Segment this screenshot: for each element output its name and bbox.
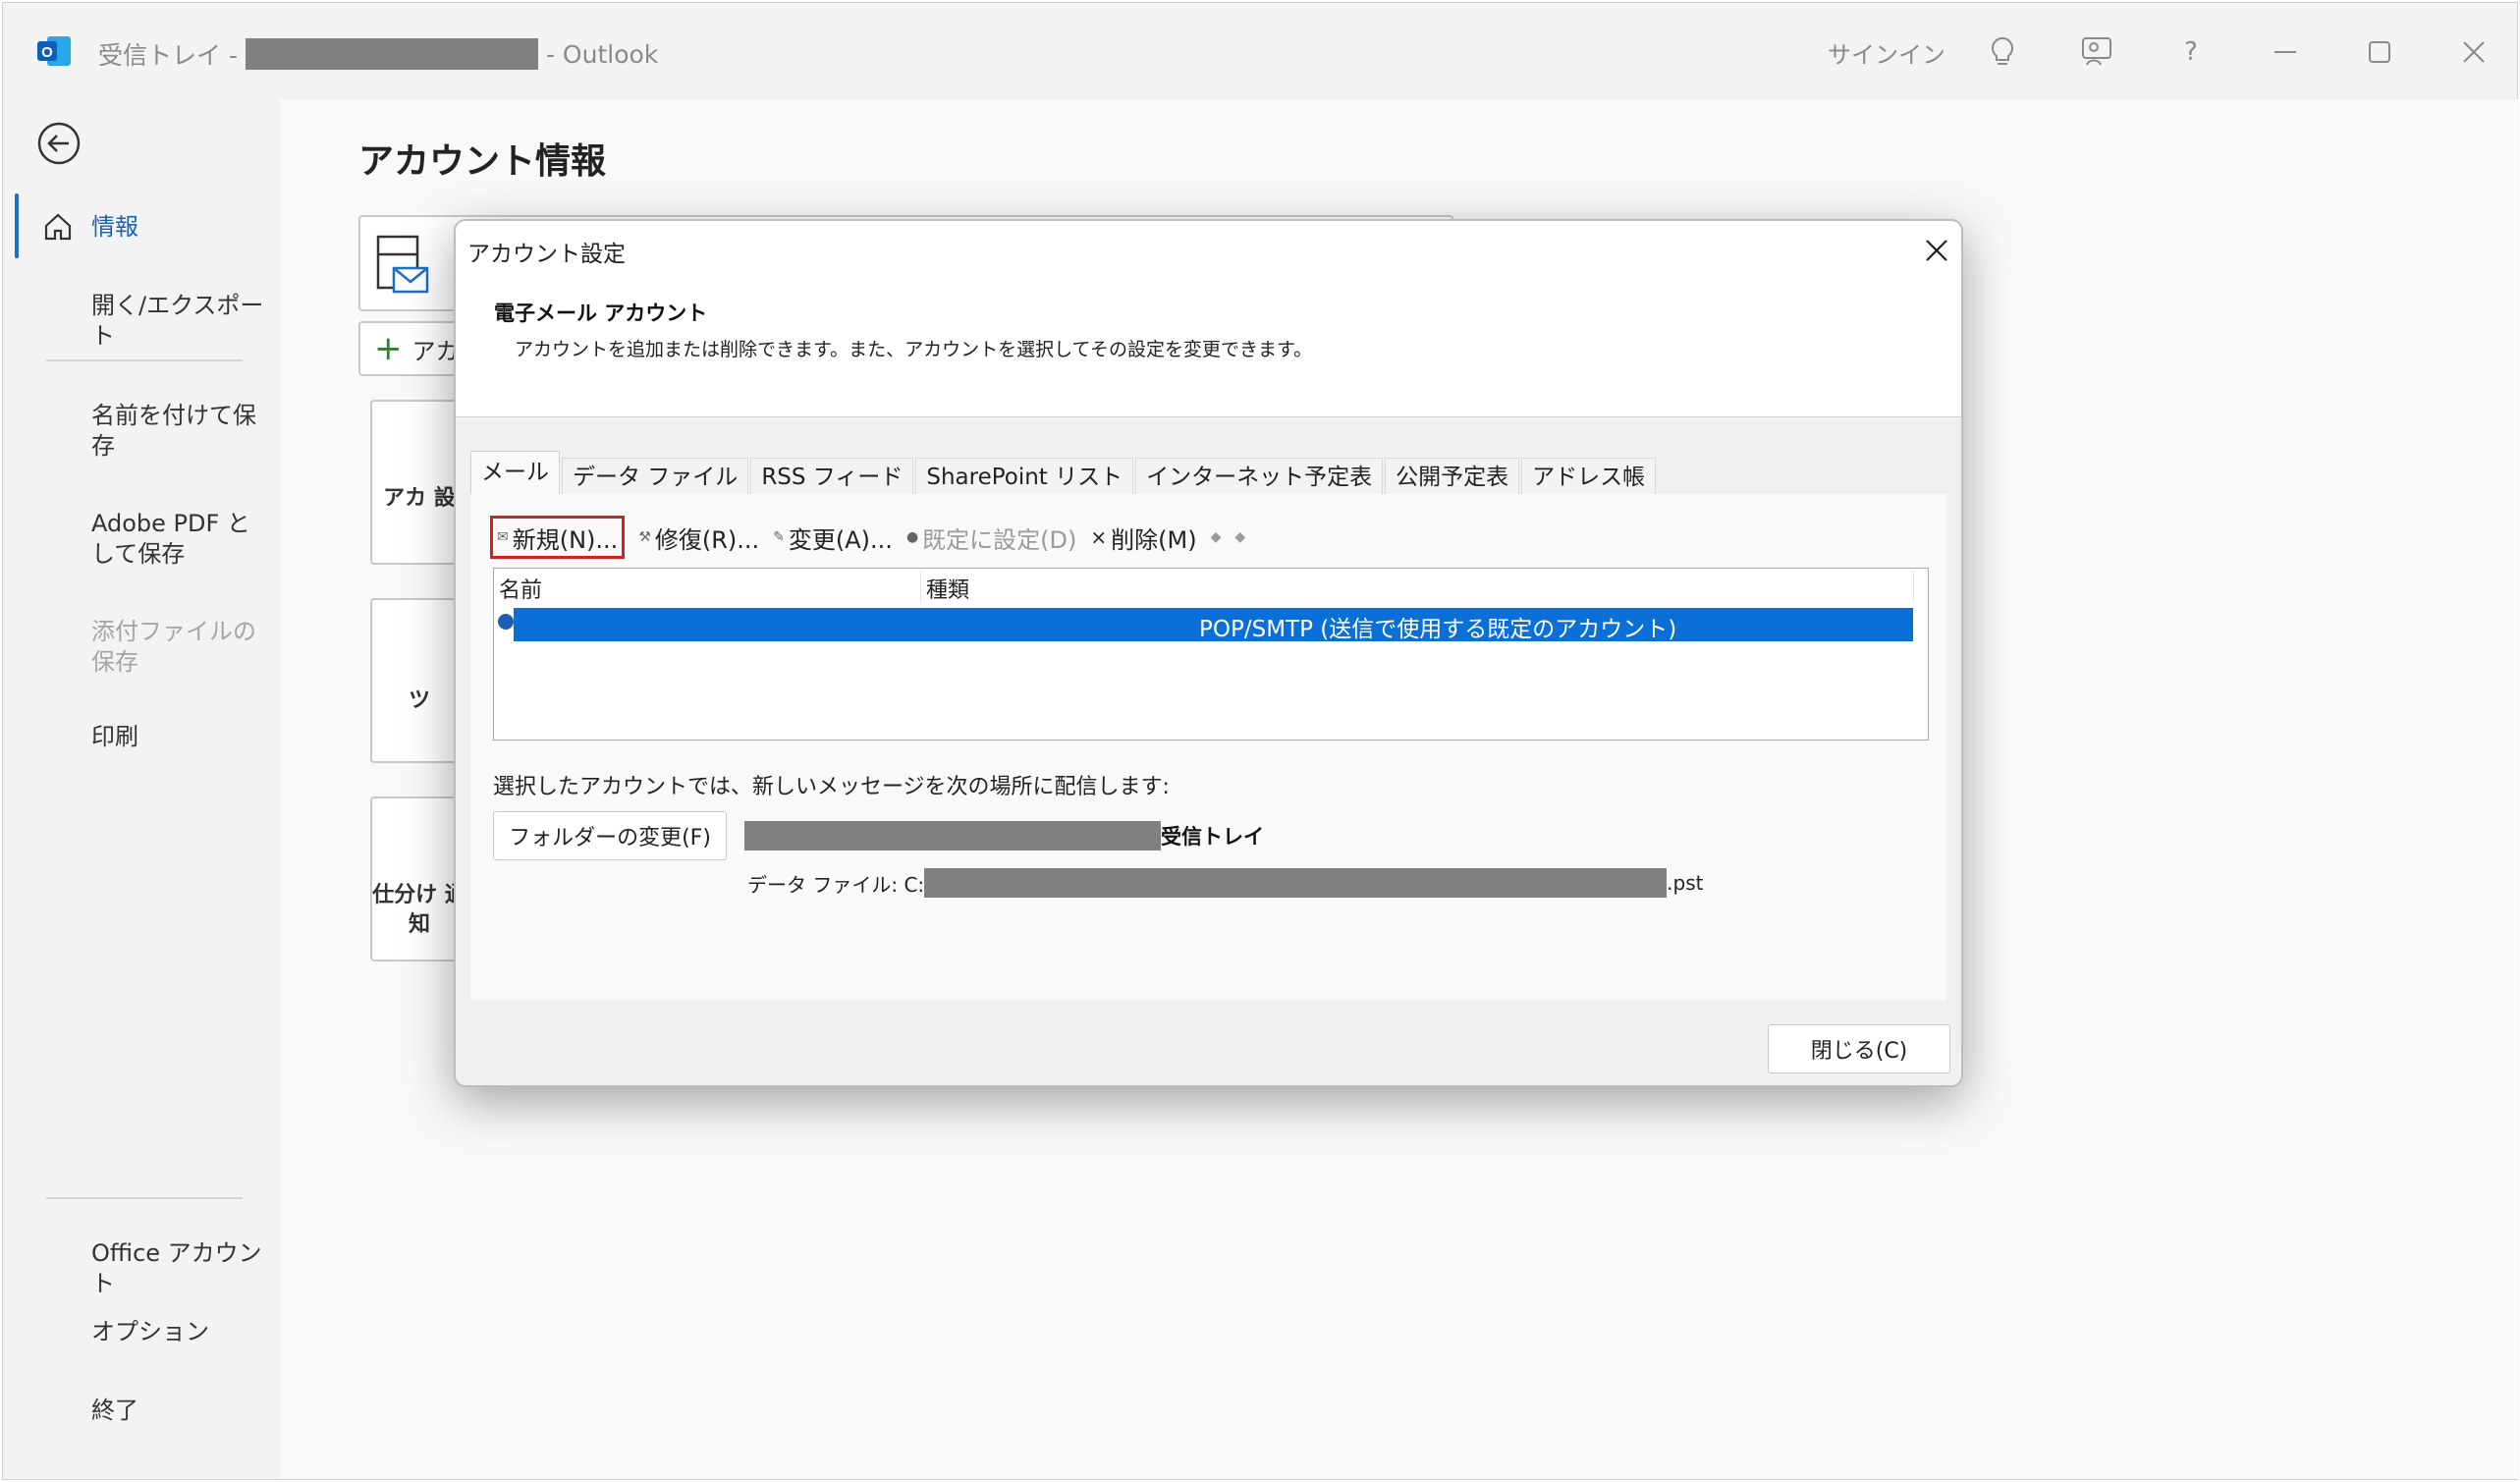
nav-office-account[interactable]: Office アカウント (91, 1238, 268, 1299)
check-circle-icon: ● (905, 529, 919, 545)
page-title: アカウント情報 (358, 141, 607, 182)
dialog-close-icon[interactable] (1917, 231, 1956, 270)
redacted-account (245, 38, 538, 70)
add-account-label: アカ (411, 337, 460, 365)
new-account-label: 新規(N)... (512, 525, 619, 554)
maximize-icon[interactable] (2354, 27, 2405, 78)
title-suffix: - Outlook (545, 39, 659, 69)
account-type: POP/SMTP (送信で使用する既定のアカウント) (1199, 617, 1677, 642)
column-divider (1913, 571, 1914, 602)
inbox-label: 受信トレイ (1161, 825, 1264, 849)
nav-save-as[interactable]: 名前を付けて保存 (91, 401, 268, 462)
data-file-prefix: データ ファイル: C: (747, 872, 925, 897)
change-folder-button[interactable]: フォルダーの変更(F) (493, 811, 727, 860)
nav-exit[interactable]: 終了 (91, 1396, 268, 1426)
delete-button[interactable]: × 削除(M) (1090, 521, 1196, 555)
window-close-icon[interactable] (2448, 27, 2499, 78)
column-header-name[interactable]: 名前 (499, 573, 542, 604)
data-file-path: データ ファイル: C: .pst (747, 868, 1703, 898)
svg-text:O: O (41, 44, 53, 61)
repair-button[interactable]: ⚒ 修復(R)... (638, 521, 759, 555)
tab-sharepoint[interactable]: SharePoint リスト (915, 458, 1134, 495)
tab-mail[interactable]: メール (470, 451, 560, 496)
dialog-title: アカウント設定 (467, 242, 626, 267)
data-file-suffix: .pst (1667, 871, 1704, 895)
account-mail-icon (376, 235, 429, 294)
column-divider (920, 571, 921, 602)
backstage-nav: 情報 開く/エクスポート 名前を付けて保存 Adobe PDF として保存 添付… (3, 99, 280, 1479)
delivery-location-text: 選択したアカウントでは、新しいメッセージを次の場所に配信します: (493, 775, 1170, 799)
new-mail-icon: ✉ (497, 529, 509, 545)
tile-label: アカ 設 (383, 486, 456, 511)
change-label: 変更(A)... (788, 525, 893, 554)
title-prefix: 受信トレイ - (98, 41, 238, 70)
tab-rss-feeds[interactable]: RSS フィード (750, 458, 914, 495)
set-default-button: ● 既定に設定(D) (906, 521, 1076, 555)
title-bar: O 受信トレイ - - Outlook サインイン ? (3, 3, 2519, 99)
feedback-icon[interactable] (2071, 27, 2122, 78)
account-row-selected[interactable]: POP/SMTP (送信で使用する既定のアカウント) (514, 608, 1913, 642)
redacted-path (924, 868, 1668, 898)
signin-link[interactable]: サインイン (1828, 27, 1945, 78)
tab-internet-calendars[interactable]: インターネット予定表 (1135, 458, 1384, 495)
tab-data-files[interactable]: データ ファイル (562, 458, 749, 495)
tile-label: 仕分け 通知 (372, 883, 466, 937)
minimize-icon[interactable] (2260, 27, 2311, 78)
move-up-icon: ◆ (1210, 529, 1222, 545)
outlook-app-icon: O (37, 36, 71, 66)
nav-open-export[interactable]: 開く/エクスポート (91, 291, 268, 352)
repair-icon: ⚒ (638, 529, 651, 545)
dialog-header: アカウント設定 電子メール アカウント アカウントを追加または削除できます。また… (456, 221, 1961, 417)
tile-label: ツ (408, 688, 430, 713)
delivery-folder-path: 受信トレイ (744, 821, 1264, 851)
repair-label: 修復(R)... (654, 525, 760, 554)
home-icon (44, 213, 72, 241)
change-icon: ✎ (773, 529, 785, 545)
help-icon[interactable]: ? (2165, 27, 2217, 78)
tab-address-books[interactable]: アドレス帳 (1521, 458, 1657, 495)
active-indicator (15, 193, 19, 258)
nav-info[interactable]: 情報 (91, 212, 268, 243)
dialog-description: アカウントを追加または削除できます。また、アカウントを選択してその設定を変更でき… (515, 339, 1313, 360)
lightbulb-icon[interactable] (1977, 27, 2028, 78)
nav-save-pdf[interactable]: Adobe PDF として保存 (91, 509, 268, 570)
column-header-type[interactable]: 種類 (926, 573, 969, 604)
nav-save-attachments: 添付ファイルの保存 (91, 618, 256, 676)
change-button[interactable]: ✎ 変更(A)... (773, 521, 893, 555)
default-account-check-icon (498, 614, 514, 630)
nav-print[interactable]: 印刷 (91, 722, 268, 752)
plus-icon: + (374, 329, 403, 368)
dialog-heading: 電子メール アカウント (494, 302, 708, 325)
account-settings-dialog: アカウント設定 電子メール アカウント アカウントを追加または削除できます。また… (454, 219, 1963, 1087)
move-down-icon: ◆ (1234, 529, 1246, 545)
new-account-button[interactable]: ✉ 新規(N)... (490, 516, 626, 559)
back-arrow-icon[interactable] (36, 121, 82, 166)
nav-separator (46, 1197, 243, 1199)
close-button[interactable]: 閉じる(C) (1768, 1024, 1950, 1073)
dialog-tabs: メール データ ファイル RSS フィード SharePoint リスト インタ… (470, 450, 1658, 496)
tab-published-calendars[interactable]: 公開予定表 (1385, 458, 1520, 495)
delete-label: 削除(M) (1111, 525, 1197, 554)
mail-tab-panel: ✉ 新規(N)... ⚒ 修復(R)... ✎ 変更(A)... ● 既定に設定… (470, 494, 1946, 1001)
account-toolbar: ✉ 新規(N)... ⚒ 修復(R)... ✎ 変更(A)... ● 既定に設定… (490, 516, 1246, 559)
window-title: 受信トレイ - - Outlook (98, 36, 658, 72)
outlook-window: O 受信トレイ - - Outlook サインイン ? 情報 開く/エクスポート… (2, 2, 2519, 1480)
nav-separator (46, 359, 243, 361)
nav-options[interactable]: オプション (91, 1317, 268, 1347)
redacted-account (744, 821, 1161, 851)
set-default-label: 既定に設定(D) (922, 525, 1077, 554)
delete-x-icon: × (1090, 525, 1108, 549)
account-list: 名前 種類 POP/SMTP (送信で使用する既定のアカウント) (493, 568, 1929, 741)
add-account-button[interactable]: + アカ (358, 321, 466, 376)
